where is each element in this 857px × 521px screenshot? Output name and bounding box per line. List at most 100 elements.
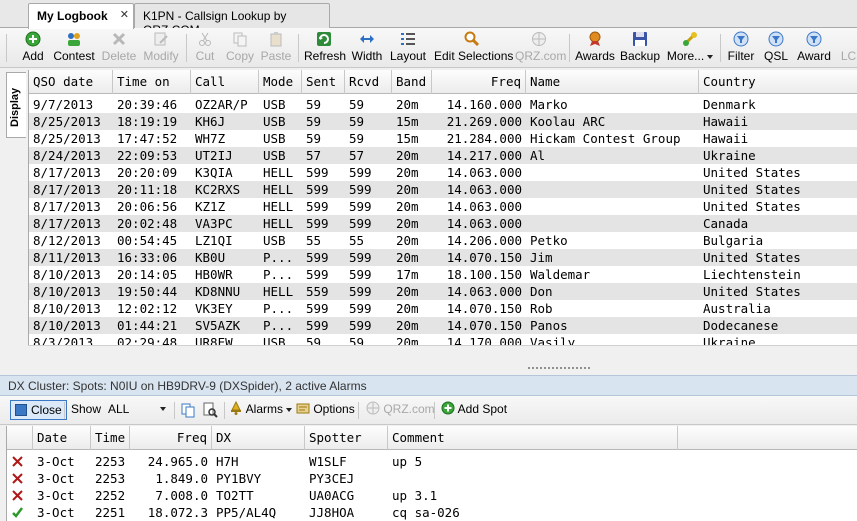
table-cell: 59	[349, 335, 365, 345]
dx-spots-grid[interactable]: Date Time Freq DX Spotter Comment 3-Oct 2253 24…	[6, 426, 857, 521]
table-cell: KB0U	[195, 250, 226, 265]
table-row[interactable]: 3-Oct 2251 18.072.3 PP5/AL4Q JJ8HOA cq sa-026	[7, 504, 857, 521]
tab-label: My Logbook	[37, 9, 108, 23]
table-row[interactable]: 8/24/2013 22:09:53 UT2IJ USB 57 57 20m 14.217.0…	[29, 147, 857, 164]
column-header[interactable]: Date	[33, 426, 91, 450]
table-cell: Bulgaria	[703, 233, 764, 248]
show-filter-select[interactable]: ALL	[108, 400, 168, 420]
cut-button[interactable]: Cut	[193, 31, 217, 65]
panel-splitter[interactable]	[0, 362, 857, 374]
table-row[interactable]: 8/17/2013 20:06:56 KZ1Z HELL 599 599 20m 14.063…	[29, 198, 857, 215]
table-row[interactable]: 8/17/2013 20:02:48 VA3PC HELL 599 599 20m 14.06…	[29, 215, 857, 232]
table-row[interactable]: 8/12/2013 00:54:45 LZ1QI USB 55 55 20m 14.206.0…	[29, 232, 857, 249]
table-row[interactable]: 3-Oct 2253 1.849.0 PY1BVY PY3CEJ	[7, 470, 857, 487]
column-header[interactable]: Call	[191, 70, 259, 94]
table-cell: up 5	[392, 454, 423, 469]
table-cell: 3-Oct	[37, 488, 75, 503]
table-cell: 8/17/2013	[33, 216, 101, 231]
table-cell: Australia	[703, 301, 771, 316]
refresh-button[interactable]: Refresh	[304, 31, 346, 65]
delete-button[interactable]: Delete	[101, 31, 137, 65]
awards-button[interactable]: Awards	[575, 31, 615, 65]
alarms-button[interactable]: Alarms	[229, 400, 293, 420]
table-cell	[526, 198, 699, 215]
table-row[interactable]: 3-Oct 2252 7.008.0 TO2TT UA0ACG up 3.1	[7, 487, 857, 504]
more-button[interactable]: More...	[665, 31, 715, 65]
qsl-button[interactable]: QSL	[762, 31, 790, 65]
table-cell: 14.206.000	[446, 233, 522, 248]
add-spot-button[interactable]: Add Spot	[441, 400, 507, 420]
modify-button[interactable]: Modify	[142, 31, 180, 65]
table-cell: 599	[306, 250, 329, 265]
table-row[interactable]: 8/3/2013 02:29:48 UR8EW USB 59 59 20m 14.170.00…	[29, 334, 857, 345]
horizontal-scrollbar[interactable]	[28, 345, 857, 362]
table-row[interactable]: 8/10/2013 12:02:12 VK3EY P... 599 599 20m 14.07…	[29, 300, 857, 317]
award-button[interactable]: Award	[796, 31, 832, 65]
table-cell: 19:50:44	[117, 284, 178, 299]
table-row[interactable]: 8/10/2013 19:50:44 KD8NNU HELL 559 599 20m 14.0…	[29, 283, 857, 300]
add-icon	[441, 401, 455, 415]
column-header[interactable]: Spotter	[305, 426, 388, 450]
column-header[interactable]: Rcvd	[345, 70, 392, 94]
column-header[interactable]: Name	[526, 70, 699, 94]
table-cell: 02:29:48	[117, 335, 178, 345]
table-cell: United States	[703, 284, 801, 299]
table-row[interactable]: 8/10/2013 01:44:21 SV5AZK P... 599 599 20m 14.0…	[29, 317, 857, 334]
column-header[interactable]: Sent	[302, 70, 345, 94]
table-cell: 18.072.3	[147, 505, 208, 520]
column-header[interactable]: Time	[91, 426, 130, 450]
table-cell: 8/25/2013	[33, 131, 101, 146]
copy-button[interactable]: Copy	[225, 31, 255, 65]
filter-button[interactable]: Filter	[726, 31, 756, 65]
column-header[interactable]: DX	[212, 426, 305, 450]
table-cell: 20m	[396, 318, 419, 333]
table-cell: 01:44:21	[117, 318, 178, 333]
backup-button[interactable]: Backup	[620, 31, 660, 65]
width-button[interactable]: Width	[350, 31, 384, 65]
table-cell: 18.100.150	[446, 267, 522, 282]
paste-button[interactable]: Paste	[260, 31, 292, 65]
table-cell: 59	[306, 335, 322, 345]
close-icon[interactable]: ✕	[120, 8, 129, 21]
add-button[interactable]: Add	[18, 31, 48, 65]
qrz-lookup-button[interactable]: QRZ.com	[366, 400, 435, 420]
table-cell: 20:11:18	[117, 182, 178, 197]
column-header[interactable]: Time on	[113, 70, 191, 94]
lc-button[interactable]: LC	[840, 31, 857, 65]
table-row[interactable]: 8/11/2013 16:33:06 KB0U P... 599 599 20m 14.070…	[29, 249, 857, 266]
display-side-tab[interactable]: Display	[6, 72, 26, 138]
document-tab-bar: My Logbook ✕ K1PN - Callsign Lookup by Q…	[0, 0, 857, 37]
logbook-grid[interactable]: QSO date Time on Call Mode Sent Rcvd Band Freq N…	[28, 70, 857, 345]
table-row[interactable]: 9/7/2013 20:39:46 OZ2AR/P USB 59 59 20m 14.160.…	[29, 96, 857, 113]
close-button[interactable]: Close	[10, 400, 67, 420]
tab-callsign-lookup[interactable]: K1PN - Callsign Lookup by QRZ.COM	[134, 3, 330, 37]
column-header[interactable]: Band	[392, 70, 432, 94]
status-column-header	[7, 426, 33, 450]
table-row[interactable]: 8/17/2013 20:20:09 K3QIA HELL 599 599 20m 14.06…	[29, 164, 857, 181]
chevron-down-icon	[707, 54, 714, 59]
table-row[interactable]: 8/25/2013 17:47:52 WH7Z USB 59 59 15m 21.284.00…	[29, 130, 857, 147]
qrz-button[interactable]: QRZ.com	[515, 31, 566, 65]
table-cell: 8/24/2013	[33, 148, 101, 163]
column-header[interactable]: Freq	[432, 70, 526, 94]
table-cell: Vasily	[530, 335, 576, 345]
column-header[interactable]: QSO date	[29, 70, 113, 94]
column-header[interactable]: Freq	[130, 426, 212, 450]
table-row[interactable]: 8/10/2013 20:14:05 HB0WR P... 599 599 17m 18.10…	[29, 266, 857, 283]
layout-button[interactable]: Layout	[389, 31, 427, 65]
table-row[interactable]: 8/25/2013 18:19:19 KH6J USB 59 59 15m 21.269.00…	[29, 113, 857, 130]
column-header[interactable]: Mode	[259, 70, 302, 94]
contest-button[interactable]: Contest	[52, 31, 96, 65]
column-header[interactable]: Country	[699, 70, 857, 94]
options-button[interactable]: Options	[296, 400, 355, 420]
tab-my-logbook[interactable]: My Logbook ✕	[28, 3, 134, 29]
column-header[interactable]: Comment	[388, 426, 678, 450]
table-row[interactable]: 3-Oct 2253 24.965.0 H7H W1SLF up 5	[7, 453, 857, 470]
table-cell: Canada	[703, 216, 749, 231]
copy-spot-button[interactable]	[180, 400, 196, 420]
find-spot-button[interactable]	[202, 400, 218, 420]
table-row[interactable]: 8/17/2013 20:11:18 KC2RXS HELL 599 599 20m 14.0…	[29, 181, 857, 198]
edit-selections-button[interactable]: Edit Selections	[434, 31, 513, 65]
x-icon	[11, 489, 24, 502]
table-cell: VA3PC	[195, 216, 233, 231]
